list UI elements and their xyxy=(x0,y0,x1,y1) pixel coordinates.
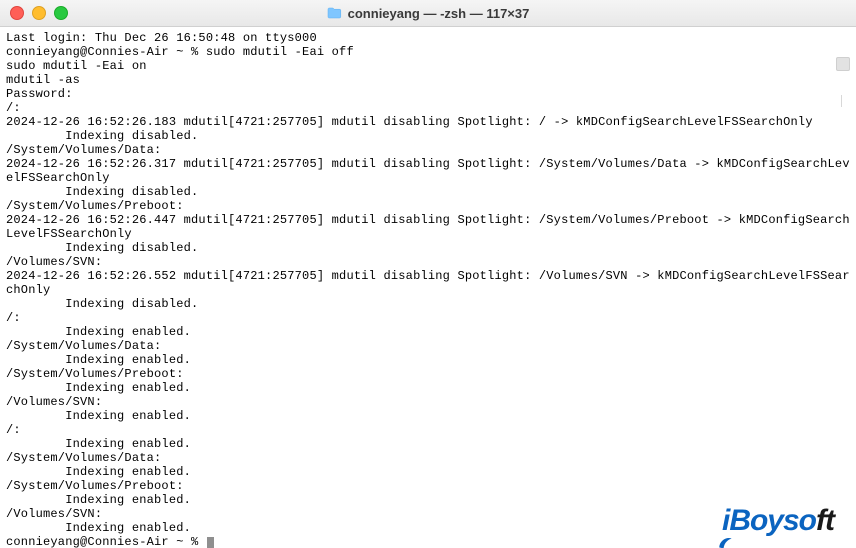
scrollbar-track xyxy=(841,95,842,107)
watermark-text-main: iBoyso xyxy=(722,506,816,536)
terminal-window: connieyang — -zsh — 117×37 Last login: T… xyxy=(0,0,856,548)
folder-icon xyxy=(327,7,342,19)
terminal-output: Last login: Thu Dec 26 16:50:48 on ttys0… xyxy=(6,31,850,548)
zoom-icon[interactable] xyxy=(54,6,68,20)
traffic-lights xyxy=(10,6,68,20)
titlebar: connieyang — -zsh — 117×37 xyxy=(0,0,856,27)
watermark-text-suffix: ft xyxy=(816,506,834,536)
minimize-icon[interactable] xyxy=(32,6,46,20)
prompt-line[interactable]: connieyang@Connies-Air ~ % xyxy=(6,535,206,548)
scrollbar-thumb[interactable] xyxy=(836,57,850,71)
cursor-icon xyxy=(207,537,214,548)
window-title: connieyang — -zsh — 117×37 xyxy=(348,6,530,21)
terminal-area[interactable]: Last login: Thu Dec 26 16:50:48 on ttys0… xyxy=(0,27,856,548)
watermark-logo: iBoysoft xyxy=(720,506,834,536)
window-title-area: connieyang — -zsh — 117×37 xyxy=(0,6,856,21)
close-icon[interactable] xyxy=(10,6,24,20)
